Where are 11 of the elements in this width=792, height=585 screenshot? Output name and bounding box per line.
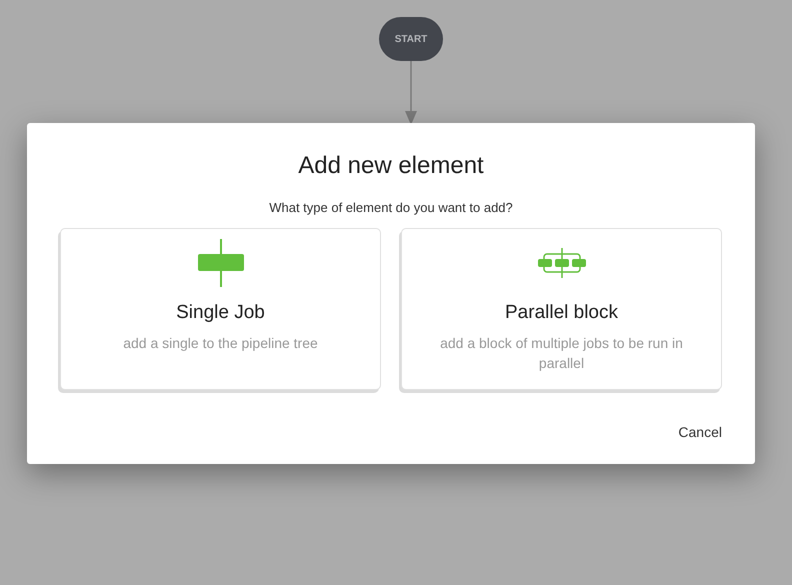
- parallel-block-icon: [536, 248, 586, 278]
- dialog-question: What type of element do you want to add?: [269, 199, 513, 217]
- dialog-title: Add new element: [298, 151, 484, 181]
- single-job-icon: [196, 238, 244, 286]
- cancel-button[interactable]: Cancel: [672, 420, 728, 444]
- option-title: Single Job: [176, 300, 265, 324]
- option-title: Parallel block: [505, 300, 618, 324]
- option-description: add a single to the pipeline tree: [122, 334, 319, 353]
- start-node[interactable]: START: [379, 17, 443, 61]
- option-description: add a block of multiple jobs to be run in parallel: [439, 334, 684, 373]
- connector-arrow: [405, 61, 417, 125]
